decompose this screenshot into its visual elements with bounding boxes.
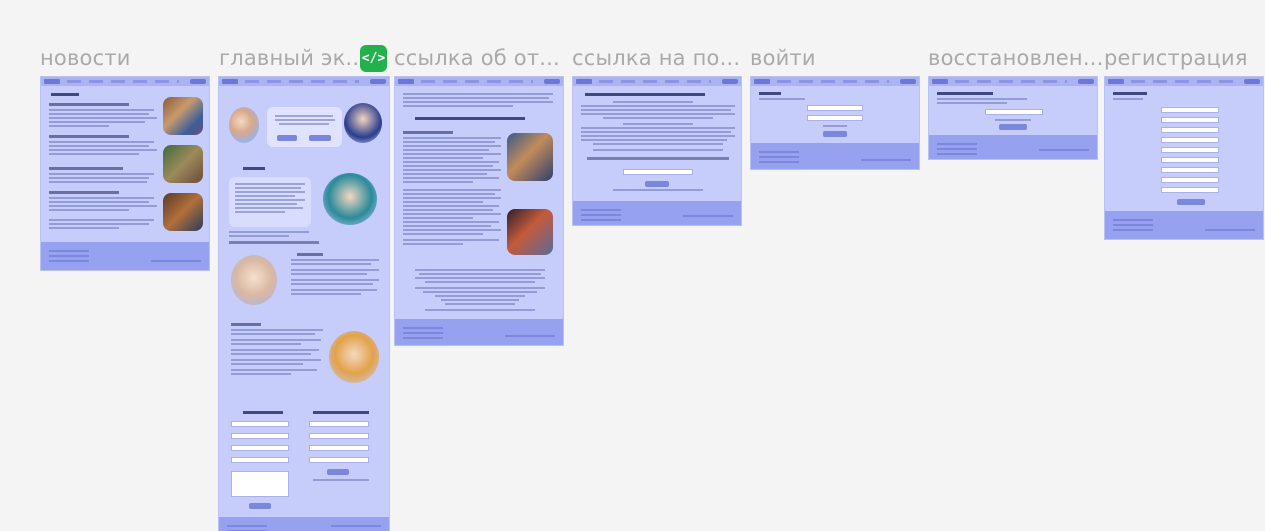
form-submit-button[interactable] xyxy=(327,469,349,475)
register-field[interactable] xyxy=(1161,117,1219,123)
frame-footer xyxy=(929,135,1097,159)
login-username-field[interactable] xyxy=(807,105,863,111)
frame-header xyxy=(219,77,389,86)
frame-title-main[interactable]: главный эк... xyxy=(219,46,366,70)
frame-title-help[interactable]: ссылка на по... xyxy=(572,46,740,70)
frame-footer xyxy=(751,143,919,169)
news-photo-1 xyxy=(163,97,203,135)
frame-news[interactable] xyxy=(40,76,210,271)
frame-footer xyxy=(395,319,563,345)
register-button[interactable] xyxy=(1177,199,1205,205)
login-password-field[interactable] xyxy=(807,115,863,121)
form-field[interactable] xyxy=(309,421,369,427)
frame-header xyxy=(573,77,741,86)
frame-main[interactable] xyxy=(218,76,390,531)
frame-header xyxy=(751,77,919,86)
hero-photo-left xyxy=(229,107,259,143)
register-field[interactable] xyxy=(1161,147,1219,153)
form-field[interactable] xyxy=(309,445,369,451)
form-field[interactable] xyxy=(231,433,289,439)
frame-footer xyxy=(41,242,209,270)
news-photo-2 xyxy=(163,145,203,183)
form-field[interactable] xyxy=(309,457,369,463)
form-field[interactable] xyxy=(231,457,289,463)
volunteer-photo xyxy=(231,255,277,305)
frame-footer xyxy=(219,517,389,531)
form-field[interactable] xyxy=(309,433,369,439)
login-button[interactable] xyxy=(823,131,847,137)
frame-footer xyxy=(573,201,741,225)
dev-mode-code-icon[interactable]: </> xyxy=(360,45,387,72)
frame-register[interactable] xyxy=(1104,76,1264,240)
frame-restore[interactable] xyxy=(928,76,1098,160)
frame-header xyxy=(41,77,209,86)
frame-title-register[interactable]: регистрация xyxy=(1104,46,1248,70)
frame-header xyxy=(1105,77,1263,86)
help-input[interactable] xyxy=(623,169,693,175)
frame-footer xyxy=(1105,211,1263,239)
frame-help[interactable] xyxy=(572,76,742,226)
frame-title-login[interactable]: войти xyxy=(750,46,816,70)
frame-title-news[interactable]: новости xyxy=(40,46,131,70)
restore-email-field[interactable] xyxy=(985,109,1043,115)
hero-card xyxy=(267,107,342,147)
about-photo-2 xyxy=(507,209,553,255)
form-textarea[interactable] xyxy=(231,471,289,497)
form-field[interactable] xyxy=(231,445,289,451)
frame-title-restore[interactable]: восстановлен... xyxy=(928,46,1103,70)
register-field[interactable] xyxy=(1161,187,1219,193)
register-field[interactable] xyxy=(1161,137,1219,143)
about-photo-1 xyxy=(507,133,553,181)
form-submit-button[interactable] xyxy=(249,503,271,509)
register-field[interactable] xyxy=(1161,167,1219,173)
frame-login[interactable] xyxy=(750,76,920,170)
help-submit-button[interactable] xyxy=(645,181,669,187)
hero-button-1[interactable] xyxy=(277,135,297,141)
help-photo xyxy=(329,331,379,383)
register-field[interactable] xyxy=(1161,157,1219,163)
design-canvas: новости главный эк... </> ссылка об от..… xyxy=(0,0,1265,531)
frame-header xyxy=(929,77,1097,86)
frame-header xyxy=(395,77,563,86)
form-field[interactable] xyxy=(231,421,289,427)
hero-button-2[interactable] xyxy=(309,135,331,141)
register-field[interactable] xyxy=(1161,107,1219,113)
register-field[interactable] xyxy=(1161,177,1219,183)
about-photo xyxy=(323,173,377,225)
news-photo-3 xyxy=(163,193,203,231)
hero-photo-right xyxy=(344,103,382,143)
frame-about[interactable] xyxy=(394,76,564,346)
frame-title-about[interactable]: ссылка об от... xyxy=(394,46,560,70)
restore-button[interactable] xyxy=(999,124,1027,130)
register-field[interactable] xyxy=(1161,127,1219,133)
